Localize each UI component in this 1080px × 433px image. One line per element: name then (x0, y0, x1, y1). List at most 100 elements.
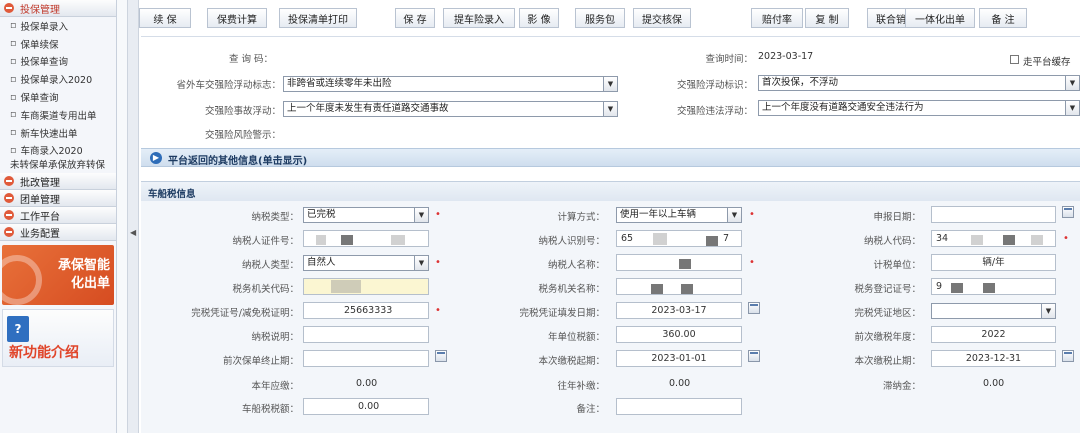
start-date-input[interactable]: 2023-01-01 (616, 350, 742, 367)
sidebar-section-workbench[interactable]: 工作平台 (0, 207, 116, 225)
violation-float-label: 交强险违法浮动： (676, 106, 753, 117)
remark-label: 备注： (576, 404, 605, 415)
save-button[interactable]: 保 存 (395, 8, 435, 28)
sidebar-section-config[interactable]: 业务配置 (0, 224, 116, 242)
paid-cert-input[interactable]: 25663333 (303, 302, 429, 319)
calendar-icon[interactable] (1062, 350, 1074, 362)
taxpayer-recog-label: 纳税人识别号： (538, 236, 605, 247)
sidebar-item-new-car-fast[interactable]: ▫ 新车快速出单 (0, 124, 116, 142)
required-mark: • (1063, 233, 1069, 244)
prev-supp-value: 0.00 (669, 378, 691, 389)
tax-note-input[interactable] (303, 326, 429, 343)
risk-warning-label: 交强险风险警示： (204, 130, 281, 141)
tax-reg-no-label: 税务登记证号： (854, 284, 921, 295)
submit-underwriting-button[interactable]: 提交核保 (633, 8, 691, 28)
calc-method-label: 计算方式： (557, 212, 605, 223)
end-date-label: 本次缴税止期： (854, 356, 921, 367)
declare-date-input[interactable] (931, 206, 1056, 223)
prev-tax-year-input[interactable]: 2022 (931, 326, 1056, 343)
tax-office-code-input[interactable] (303, 278, 429, 295)
redacted-block (951, 283, 963, 293)
main-panel: 查 询 码： 查询时间： 2023-03-17 走平台缓存 省外车交强险浮动标志… (141, 36, 1080, 433)
prev-policy-end-input[interactable] (303, 350, 429, 367)
sidebar-item-proposal-entry-2020[interactable]: ▫ 投保单录入2020 (0, 70, 116, 88)
loss-ratio-button[interactable]: 赔付率 (751, 8, 803, 28)
calc-method-select[interactable]: 使用一年以上车辆 ▼ (616, 207, 742, 223)
sidebar-section-label: 投保管理 (20, 4, 60, 16)
print-list-button[interactable]: 投保清单打印 (279, 8, 357, 28)
tax-office-name-input[interactable] (616, 278, 742, 295)
cert-region-label: 完税凭证地区： (854, 308, 921, 319)
tax-unit-label: 计税单位： (873, 260, 921, 271)
taxpayer-code-label: 纳税人代码： (863, 236, 921, 247)
smart-underwriting-banner[interactable]: 承保智能化出单 (2, 245, 114, 306)
violation-float-select[interactable]: 上一个年度没有道路交通安全违法行为 ▼ (758, 100, 1080, 116)
annual-tax-input[interactable]: 360.00 (616, 326, 742, 343)
float-reason-label: 交强险浮动标识： (676, 80, 753, 91)
prev-supp-label: 往年补缴： (557, 381, 605, 392)
float-reason-select[interactable]: 首次投保，不浮动 ▼ (758, 75, 1080, 91)
remark-input[interactable] (616, 398, 742, 415)
query-time-value: 2023-03-17 (758, 51, 814, 62)
vessel-tax-input[interactable]: 0.00 (303, 398, 429, 415)
taxpayer-recog-input[interactable]: 65 7 (616, 230, 742, 247)
copy-button[interactable]: 复 制 (805, 8, 849, 28)
bullet-icon: ▫ (10, 55, 17, 67)
sidebar-item-dealer-channel[interactable]: ▫ 车商渠道专用出单 (0, 106, 116, 124)
sidebar-section-endorsement[interactable]: 批改管理 (0, 173, 116, 191)
query-code-label: 查 询 码： (228, 54, 273, 65)
late-fee-label: 滞纳金： (882, 381, 921, 392)
required-mark: • (749, 209, 755, 220)
cert-date-input[interactable]: 2023-03-17 (616, 302, 742, 319)
calendar-icon[interactable] (435, 350, 447, 362)
left-sidebar: 投保管理 ▫ 投保单录入 ▫ 保单续保 ▫ 投保单查询 ▫ 投保单录入2020 ▫ 保单查… (0, 0, 117, 433)
sidebar-collapse-bar[interactable]: ◀ (127, 0, 139, 433)
redacted-block (681, 284, 693, 294)
taxpayer-type-select[interactable]: 自然人 ▼ (303, 255, 429, 271)
redacted-block (316, 235, 326, 245)
bullet-icon: ▫ (10, 20, 17, 32)
required-mark: • (749, 257, 755, 268)
this-year-due-value: 0.00 (356, 378, 378, 389)
tax-unit-input[interactable]: 辆/年 (931, 254, 1056, 271)
sidebar-item-dealer-entry-2020[interactable]: ▫ 车商录入2020 (0, 142, 116, 160)
new-features-banner[interactable]: ? 新功能介绍 (2, 309, 114, 368)
chevron-left-icon: ◀ (130, 228, 137, 237)
premium-calc-button[interactable]: 保费计算 (207, 8, 267, 28)
image-button[interactable]: 影 像 (519, 8, 559, 28)
bullet-icon: ▫ (10, 144, 17, 156)
platform-cache-checkbox[interactable] (1010, 55, 1019, 64)
redacted-block (1003, 235, 1015, 245)
calendar-icon[interactable] (748, 302, 760, 314)
platform-info-bar[interactable]: ▶ 平台返回的其他信息(单击显示) (141, 148, 1080, 167)
accident-float-label: 交强险事故浮动： (204, 106, 281, 117)
end-date-input[interactable]: 2023-12-31 (931, 350, 1056, 367)
query-time-label: 查询时间： (705, 54, 753, 65)
service-pack-button[interactable]: 服务包 (575, 8, 625, 28)
sidebar-section-group[interactable]: 团单管理 (0, 190, 116, 208)
cert-region-select[interactable]: ▼ (931, 303, 1056, 319)
redacted-block (651, 284, 663, 294)
sidebar-section-policy[interactable]: 投保管理 (0, 0, 116, 17)
bullet-icon: ▫ (10, 109, 17, 121)
bullet-icon: ▫ (10, 38, 17, 50)
renew-button[interactable]: 续 保 (139, 8, 191, 28)
integrated-issue-button[interactable]: 一体化出单 (905, 8, 975, 28)
sidebar-item-policy-query[interactable]: ▫ 保单查询 (0, 88, 116, 106)
accident-float-select[interactable]: 上一个年度未发生有责任道路交通事故 ▼ (283, 101, 618, 117)
expand-icon (4, 193, 14, 204)
redacted-block (391, 235, 405, 245)
tax-type-select[interactable]: 已完税 ▼ (303, 207, 429, 223)
pickup-entry-button[interactable]: 提车险录入 (443, 8, 515, 28)
calendar-icon[interactable] (748, 350, 760, 362)
float-flag-select[interactable]: 非跨省或连续零年未出险 ▼ (283, 76, 618, 92)
vehicle-tax-section: 纳税类型： 已完税 ▼ • 计算方式： 使用一年以上车辆 ▼ • 申报日期： 纳… (141, 201, 1080, 433)
sidebar-item-proposal-query[interactable]: ▫ 投保单查询 (0, 53, 116, 71)
calendar-icon[interactable] (1062, 206, 1074, 218)
cert-date-label: 完税凭证填发日期： (519, 308, 605, 319)
sidebar-item-proposal-entry[interactable]: ▫ 投保单录入 (0, 17, 116, 35)
sidebar-item-renewal[interactable]: ▫ 保单续保 (0, 35, 116, 53)
sidebar-item-abandon-transfer[interactable]: 未转保单承保放弃转保 (0, 159, 116, 173)
gap-strip (117, 0, 127, 433)
remark-button[interactable]: 备 注 (979, 8, 1027, 28)
